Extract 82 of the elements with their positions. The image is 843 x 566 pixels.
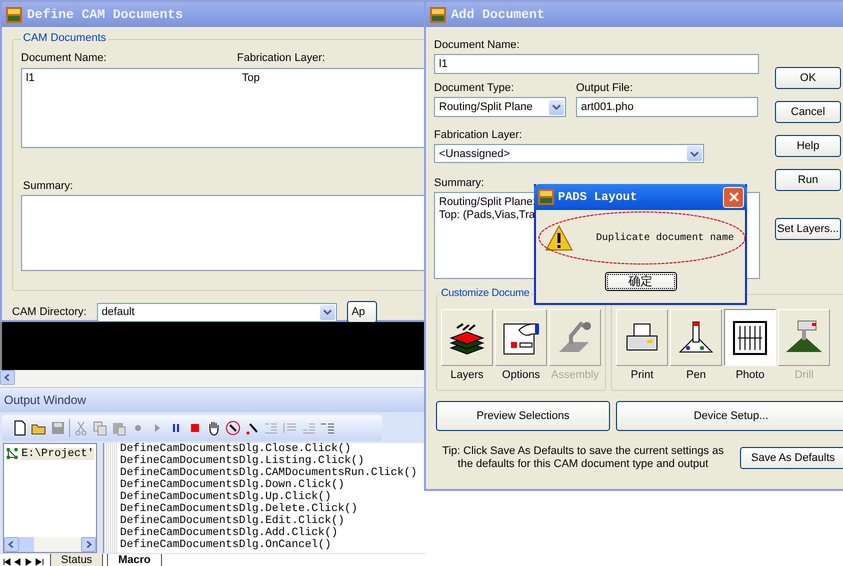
preview-button[interactable]: Preview Selections: [436, 401, 610, 431]
list-cell[interactable]: l1: [26, 72, 242, 84]
field-label: Output File:: [576, 82, 634, 94]
fabrication-layer-dropdown[interactable]: <Unassigned>: [434, 144, 704, 163]
summary-line: Top: (Pads,Vias,Tra: [439, 209, 535, 222]
tree-icon: [6, 446, 18, 461]
button-caption: Drill: [794, 369, 814, 381]
no-cursor-icon[interactable]: [225, 420, 241, 436]
field-label: Document Name:: [434, 39, 521, 51]
scrollbar[interactable]: [0, 370, 425, 388]
message-text: Duplicate document name: [596, 232, 734, 244]
confirm-button[interactable]: 确定: [604, 272, 676, 291]
button-caption: Layers: [450, 369, 484, 381]
field-label: Document Type:: [434, 82, 515, 94]
output-tab[interactable]: Macro: [107, 554, 162, 566]
group-label: Customize Docume: [439, 287, 532, 299]
code-line: DefineCamDocumentsDlg.Down.Click(): [120, 479, 346, 491]
output-file-field[interactable]: art001.pho: [576, 97, 758, 117]
scroll-left-icon[interactable]: [4, 537, 19, 552]
close-icon: [728, 191, 740, 203]
options-button[interactable]: [495, 309, 547, 366]
photo-button[interactable]: [724, 309, 776, 366]
save-defaults-button[interactable]: Save As Defaults: [740, 447, 843, 469]
field-label: CAM Directory:: [12, 306, 87, 318]
cut-icon[interactable]: [73, 420, 89, 436]
field-label: Fabrication Layer:: [434, 129, 524, 141]
dialog-button[interactable]: Cancel: [775, 101, 841, 123]
document-name-field[interactable]: l1: [434, 54, 759, 74]
paste-icon[interactable]: [111, 420, 127, 436]
scrollbar[interactable]: [4, 537, 96, 552]
directory-dropdown[interactable]: default: [96, 302, 337, 322]
button-caption: Print: [630, 369, 654, 381]
scroll-left-icon[interactable]: [0, 370, 15, 385]
group-label: CAM Documents: [21, 32, 108, 44]
field-label: Summary:: [434, 177, 486, 189]
code-line: DefineCamDocumentsDlg.Edit.Click(): [120, 515, 346, 527]
button-caption: Pen: [686, 369, 706, 381]
tree-item[interactable]: E:\Project': [21, 448, 94, 460]
layers-button[interactable]: [441, 309, 493, 366]
summary-line: Routing/Split Plane:: [439, 196, 536, 209]
dialog-button[interactable]: Run: [775, 169, 841, 191]
field-label: Summary:: [23, 180, 74, 192]
button-caption: Options: [502, 369, 540, 381]
code-line: DefineCamDocumentsDlg.CAMDocumentsRun.Click(): [120, 467, 418, 479]
code-line: DefineCamDocumentsDlg.Close.Click(): [120, 443, 352, 455]
dialog-button[interactable]: OK: [775, 67, 841, 89]
panel-title: Output Window: [4, 393, 86, 407]
code-line: DefineCamDocumentsDlg.Listing.Click(): [120, 455, 366, 467]
code-line: DefineCamDocumentsDlg.OnCancel(): [120, 539, 332, 551]
output-tab[interactable]: Status: [50, 554, 104, 566]
window-title: Add Document: [451, 7, 545, 22]
chevron-down-icon[interactable]: [690, 150, 699, 156]
app-icon: [6, 6, 22, 22]
apply-button[interactable]: Ap: [346, 301, 377, 323]
window-title: PADS Layout: [558, 190, 638, 204]
scroll-thumb[interactable]: [19, 537, 34, 552]
pen-button[interactable]: [670, 309, 722, 366]
window-title: Define CAM Documents: [27, 7, 184, 22]
dialog-button[interactable]: Set Layers...: [775, 218, 841, 240]
tab-navigation-icon[interactable]: [2, 558, 46, 566]
scroll-right-icon[interactable]: [81, 537, 96, 552]
close-button[interactable]: [723, 186, 744, 208]
app-icon: [538, 189, 554, 205]
tip-text: Tip: Click Save As Defaults to save the current settings as the defaults for this CAM document type and output: [441, 445, 725, 471]
new-file-icon[interactable]: [12, 420, 28, 436]
dialog-button[interactable]: Help: [775, 135, 841, 157]
copy-icon[interactable]: [92, 420, 108, 436]
button-caption: Assembly: [551, 369, 599, 381]
code-line: DefineCamDocumentsDlg.Up.Click(): [120, 491, 332, 503]
document-type-dropdown[interactable]: Routing/Split Plane: [434, 97, 566, 117]
print-button[interactable]: [616, 309, 668, 366]
chevron-down-icon[interactable]: [322, 309, 332, 315]
app-icon: [430, 6, 446, 22]
device-setup-button[interactable]: Device Setup...: [616, 401, 843, 431]
code-line: DefineCamDocumentsDlg.Add.Click(): [120, 527, 339, 539]
column-header: Document Name:: [21, 52, 108, 64]
button-caption: Photo: [736, 369, 764, 381]
code-line: DefineCamDocumentsDlg.Delete.Click(): [120, 503, 359, 515]
column-header: Fabrication Layer:: [237, 52, 326, 64]
list-cell[interactable]: Top: [242, 72, 260, 84]
warning-icon: [544, 224, 574, 252]
chevron-down-icon[interactable]: [552, 104, 561, 110]
